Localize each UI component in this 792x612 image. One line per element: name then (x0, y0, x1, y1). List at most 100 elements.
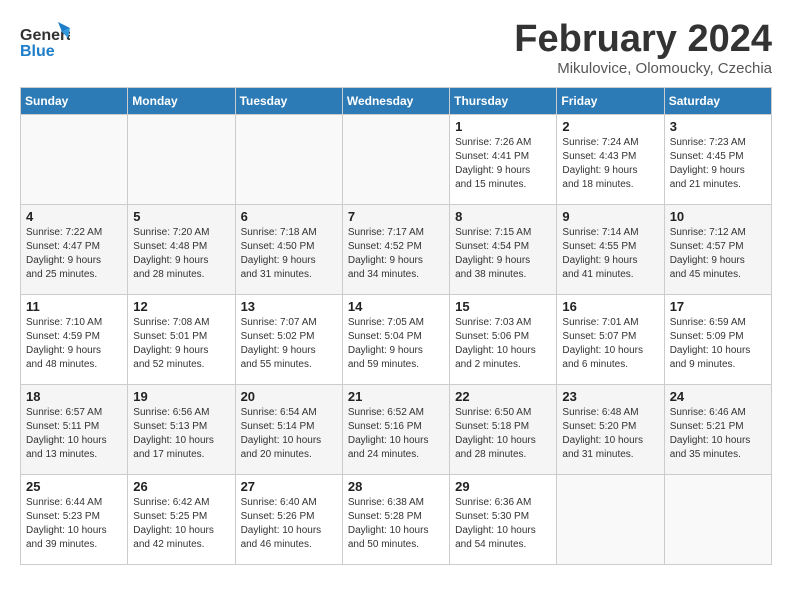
title-area: February 2024 Mikulovice, Olomoucky, Cze… (514, 20, 772, 77)
calendar-cell (342, 115, 449, 205)
day-info: Sunrise: 6:38 AM Sunset: 5:28 PM Dayligh… (348, 496, 444, 552)
day-info: Sunrise: 6:36 AM Sunset: 5:30 PM Dayligh… (455, 496, 551, 552)
day-info: Sunrise: 7:01 AM Sunset: 5:07 PM Dayligh… (562, 316, 658, 372)
weekday-header-saturday: Saturday (664, 88, 771, 115)
calendar-cell: 25 Sunrise: 6:44 AM Sunset: 5:23 PM Dayli… (21, 475, 128, 565)
day-number: 13 (241, 299, 337, 314)
day-number: 25 (26, 479, 122, 494)
calendar-cell: 12 Sunrise: 7:08 AM Sunset: 5:01 PM Dayli… (128, 295, 235, 385)
day-number: 19 (133, 389, 229, 404)
day-number: 22 (455, 389, 551, 404)
day-number: 10 (670, 209, 766, 224)
calendar-table: SundayMondayTuesdayWednesdayThursdayFrid… (20, 87, 772, 565)
header: General Blue February 2024 Mikulovice, O… (20, 20, 772, 77)
day-info: Sunrise: 7:07 AM Sunset: 5:02 PM Dayligh… (241, 316, 337, 372)
logo-icon: General Blue (20, 20, 70, 65)
day-info: Sunrise: 7:24 AM Sunset: 4:43 PM Dayligh… (562, 136, 658, 192)
day-number: 9 (562, 209, 658, 224)
calendar-cell (21, 115, 128, 205)
calendar-cell: 18 Sunrise: 6:57 AM Sunset: 5:11 PM Dayli… (21, 385, 128, 475)
calendar-cell (128, 115, 235, 205)
calendar-cell: 16 Sunrise: 7:01 AM Sunset: 5:07 PM Dayli… (557, 295, 664, 385)
weekday-header-row: SundayMondayTuesdayWednesdayThursdayFrid… (21, 88, 772, 115)
day-number: 16 (562, 299, 658, 314)
day-number: 18 (26, 389, 122, 404)
calendar-cell: 19 Sunrise: 6:56 AM Sunset: 5:13 PM Dayli… (128, 385, 235, 475)
day-number: 26 (133, 479, 229, 494)
day-info: Sunrise: 6:56 AM Sunset: 5:13 PM Dayligh… (133, 406, 229, 462)
calendar-cell: 2 Sunrise: 7:24 AM Sunset: 4:43 PM Daylig… (557, 115, 664, 205)
weekday-header-sunday: Sunday (21, 88, 128, 115)
day-number: 5 (133, 209, 229, 224)
week-row-1: 1Sunrise: 7:26 AM Sunset: 4:41 PM Daylig… (21, 115, 772, 205)
svg-text:Blue: Blue (20, 43, 55, 60)
day-number: 12 (133, 299, 229, 314)
calendar-cell: 6Sunrise: 7:18 AM Sunset: 4:50 PM Daylig… (235, 205, 342, 295)
week-row-4: 18 Sunrise: 6:57 AM Sunset: 5:11 PM Dayli… (21, 385, 772, 475)
day-info: Sunrise: 7:17 AM Sunset: 4:52 PM Dayligh… (348, 226, 444, 282)
day-number: 27 (241, 479, 337, 494)
calendar-cell: 1Sunrise: 7:26 AM Sunset: 4:41 PM Daylig… (450, 115, 557, 205)
day-number: 7 (348, 209, 444, 224)
calendar-cell: 4 Sunrise: 7:22 AM Sunset: 4:47 PM Daylig… (21, 205, 128, 295)
day-info: Sunrise: 7:10 AM Sunset: 4:59 PM Dayligh… (26, 316, 122, 372)
day-info: Sunrise: 6:42 AM Sunset: 5:25 PM Dayligh… (133, 496, 229, 552)
calendar-cell: 10 Sunrise: 7:12 AM Sunset: 4:57 PM Dayli… (664, 205, 771, 295)
logo: General Blue (20, 20, 70, 65)
day-info: Sunrise: 7:22 AM Sunset: 4:47 PM Dayligh… (26, 226, 122, 282)
day-number: 14 (348, 299, 444, 314)
day-number: 6 (241, 209, 337, 224)
location-title: Mikulovice, Olomoucky, Czechia (514, 60, 772, 77)
day-info: Sunrise: 7:05 AM Sunset: 5:04 PM Dayligh… (348, 316, 444, 372)
day-info: Sunrise: 7:08 AM Sunset: 5:01 PM Dayligh… (133, 316, 229, 372)
calendar-cell: 27 Sunrise: 6:40 AM Sunset: 5:26 PM Dayli… (235, 475, 342, 565)
day-info: Sunrise: 6:50 AM Sunset: 5:18 PM Dayligh… (455, 406, 551, 462)
calendar-cell: 7 Sunrise: 7:17 AM Sunset: 4:52 PM Daylig… (342, 205, 449, 295)
calendar-cell (235, 115, 342, 205)
calendar-cell: 22 Sunrise: 6:50 AM Sunset: 5:18 PM Dayli… (450, 385, 557, 475)
week-row-3: 11 Sunrise: 7:10 AM Sunset: 4:59 PM Dayli… (21, 295, 772, 385)
calendar-cell: 21 Sunrise: 6:52 AM Sunset: 5:16 PM Dayli… (342, 385, 449, 475)
day-info: Sunrise: 7:14 AM Sunset: 4:55 PM Dayligh… (562, 226, 658, 282)
day-info: Sunrise: 7:03 AM Sunset: 5:06 PM Dayligh… (455, 316, 551, 372)
calendar-cell: 14 Sunrise: 7:05 AM Sunset: 5:04 PM Dayli… (342, 295, 449, 385)
calendar-cell: 15 Sunrise: 7:03 AM Sunset: 5:06 PM Dayli… (450, 295, 557, 385)
weekday-header-tuesday: Tuesday (235, 88, 342, 115)
day-number: 8 (455, 209, 551, 224)
day-number: 3 (670, 119, 766, 134)
day-info: Sunrise: 7:15 AM Sunset: 4:54 PM Dayligh… (455, 226, 551, 282)
day-info: Sunrise: 6:46 AM Sunset: 5:21 PM Dayligh… (670, 406, 766, 462)
day-info: Sunrise: 6:57 AM Sunset: 5:11 PM Dayligh… (26, 406, 122, 462)
calendar-cell: 8 Sunrise: 7:15 AM Sunset: 4:54 PM Daylig… (450, 205, 557, 295)
day-info: Sunrise: 6:40 AM Sunset: 5:26 PM Dayligh… (241, 496, 337, 552)
day-number: 21 (348, 389, 444, 404)
calendar-cell: 23Sunrise: 6:48 AM Sunset: 5:20 PM Dayli… (557, 385, 664, 475)
day-number: 11 (26, 299, 122, 314)
day-number: 29 (455, 479, 551, 494)
day-info: Sunrise: 6:48 AM Sunset: 5:20 PM Dayligh… (562, 406, 658, 462)
day-info: Sunrise: 7:23 AM Sunset: 4:45 PM Dayligh… (670, 136, 766, 192)
day-info: Sunrise: 7:26 AM Sunset: 4:41 PM Dayligh… (455, 136, 551, 192)
calendar-cell: 24Sunrise: 6:46 AM Sunset: 5:21 PM Dayli… (664, 385, 771, 475)
calendar-cell: 13 Sunrise: 7:07 AM Sunset: 5:02 PM Dayli… (235, 295, 342, 385)
month-title: February 2024 (514, 20, 772, 58)
day-info: Sunrise: 7:20 AM Sunset: 4:48 PM Dayligh… (133, 226, 229, 282)
calendar-cell: 11 Sunrise: 7:10 AM Sunset: 4:59 PM Dayli… (21, 295, 128, 385)
day-info: Sunrise: 6:44 AM Sunset: 5:23 PM Dayligh… (26, 496, 122, 552)
calendar-cell: 5 Sunrise: 7:20 AM Sunset: 4:48 PM Daylig… (128, 205, 235, 295)
week-row-2: 4 Sunrise: 7:22 AM Sunset: 4:47 PM Daylig… (21, 205, 772, 295)
weekday-header-thursday: Thursday (450, 88, 557, 115)
calendar-cell: 29 Sunrise: 6:36 AM Sunset: 5:30 PM Dayli… (450, 475, 557, 565)
calendar-cell (664, 475, 771, 565)
day-info: Sunrise: 6:59 AM Sunset: 5:09 PM Dayligh… (670, 316, 766, 372)
day-number: 2 (562, 119, 658, 134)
calendar-cell: 17 Sunrise: 6:59 AM Sunset: 5:09 PM Dayli… (664, 295, 771, 385)
day-info: Sunrise: 7:12 AM Sunset: 4:57 PM Dayligh… (670, 226, 766, 282)
calendar-cell (557, 475, 664, 565)
week-row-5: 25 Sunrise: 6:44 AM Sunset: 5:23 PM Dayli… (21, 475, 772, 565)
day-number: 4 (26, 209, 122, 224)
day-info: Sunrise: 6:52 AM Sunset: 5:16 PM Dayligh… (348, 406, 444, 462)
weekday-header-friday: Friday (557, 88, 664, 115)
day-number: 17 (670, 299, 766, 314)
day-number: 15 (455, 299, 551, 314)
